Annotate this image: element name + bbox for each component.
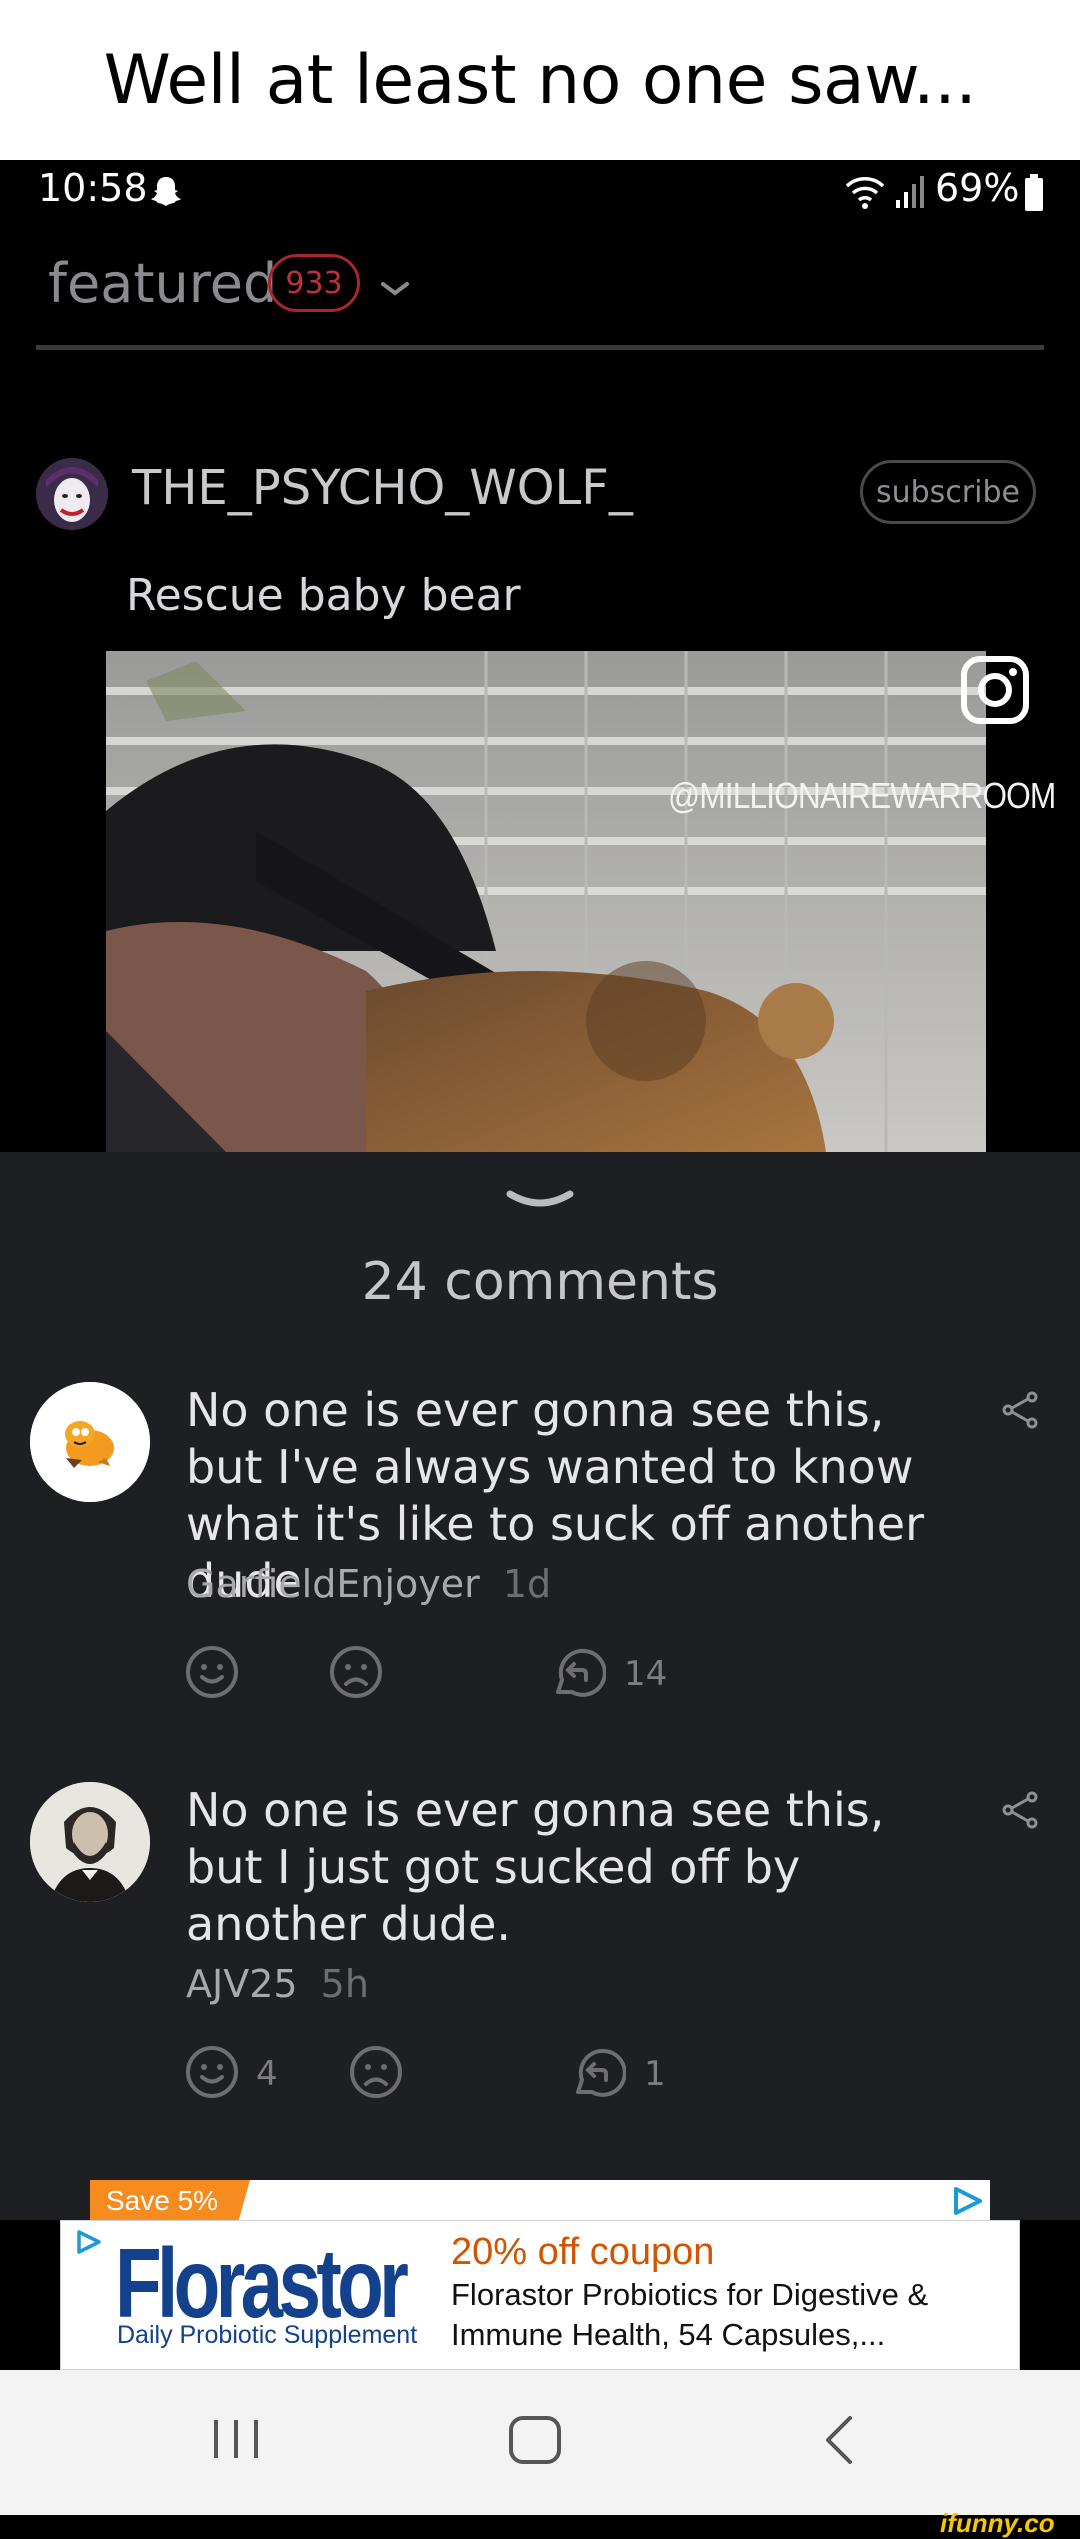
back-icon[interactable] [820, 2414, 860, 2466]
subscribe-button[interactable]: subscribe [860, 460, 1036, 524]
video-watermark: @MILLIONAIREWARROOM [668, 775, 1056, 816]
comment-text: No one is ever gonna see this, but I jus… [186, 1783, 885, 1951]
recents-icon[interactable] [206, 2416, 266, 2462]
snapchat-ghost-icon [151, 177, 181, 206]
wifi-icon [845, 177, 885, 209]
frown-icon[interactable] [328, 1644, 384, 1700]
frown-icon[interactable] [348, 2044, 404, 2100]
feed-header: featured 933 [0, 230, 1080, 365]
author-name[interactable]: THE_PSYCHO_WOLF_ [132, 460, 633, 516]
comments-count: 24 comments [361, 1252, 719, 1312]
lincoln-portrait-icon [30, 1782, 150, 1902]
ad-brand-sub: Daily Probiotic Supplement [117, 2321, 418, 2349]
home-icon[interactable] [507, 2414, 563, 2466]
feed-count: 933 [285, 265, 343, 301]
ifunny-watermark: ifunny.co [940, 2508, 1055, 2538]
ad-banner[interactable]: Florastor Daily Probiotic Supplement 20%… [60, 2220, 1020, 2370]
ad-description: Florastor Probiotics for Digestive & Imm… [451, 2277, 929, 2352]
like-count: 4 [256, 2054, 278, 2094]
reply-icon[interactable] [550, 1644, 606, 1700]
ad-headline: 20% off coupon [451, 2231, 715, 2273]
ad-save-tag: Save 5% [90, 2180, 250, 2220]
smile-icon[interactable] [184, 2044, 240, 2100]
comment-meta: GarfieldEnjoyer 1d [186, 1562, 551, 1606]
feed-divider [36, 345, 1044, 350]
instagram-icon [961, 656, 1029, 724]
author-avatar[interactable] [36, 458, 108, 530]
comment-username[interactable]: GarfieldEnjoyer [186, 1562, 480, 1606]
signal-icon [896, 176, 924, 208]
reply-icon[interactable] [570, 2044, 626, 2100]
status-time: 10:58 [38, 166, 148, 210]
status-bar: 10:58 69% [0, 160, 1080, 230]
ad-banner-strip[interactable]: Save 5% [90, 2180, 990, 2221]
reply-count: 14 [624, 1654, 668, 1694]
adchoices-icon[interactable] [950, 2186, 984, 2216]
comment-meta: AJV25 5h [186, 1962, 369, 2006]
sheet-handle-icon[interactable] [506, 1188, 574, 1212]
caption-text: Well at least no one saw... [103, 40, 977, 120]
bottom-strip [0, 2515, 1080, 2535]
meme-caption: Well at least no one saw... [0, 0, 1080, 160]
feed-count-badge: 933 [268, 254, 360, 312]
joker-face-icon [36, 458, 108, 530]
ad-brand-logo: Florastor [115, 2228, 409, 2338]
comment-time: 1d [502, 1562, 552, 1606]
reply-count: 1 [644, 2054, 666, 2094]
subscribe-label: subscribe [876, 474, 1020, 510]
comments-sheet: 24 comments No one is ever gonna see thi… [0, 1152, 1080, 2220]
comment-avatar[interactable] [30, 1382, 150, 1502]
feed-title[interactable]: featured [48, 252, 277, 315]
battery-percent: 69% [935, 166, 1020, 210]
video-frame-image [106, 651, 986, 1152]
chevron-down-icon[interactable] [378, 278, 412, 300]
post: THE_PSYCHO_WOLF_ subscribe Rescue baby b… [0, 365, 1080, 1152]
comment: No one is ever gonna see this, but I jus… [0, 1770, 1080, 2098]
smile-icon[interactable] [184, 1644, 240, 1700]
share-icon[interactable] [1000, 1790, 1040, 1830]
comment-avatar[interactable] [30, 1782, 150, 1902]
system-nav-bar [0, 2370, 1080, 2515]
post-video[interactable] [106, 651, 986, 1152]
adchoices-icon[interactable] [75, 2229, 103, 2257]
battery-icon [1025, 174, 1043, 211]
garfield-icon [30, 1382, 150, 1502]
comment: No one is ever gonna see this, but I've … [0, 1370, 1080, 1698]
comment-time: 5h [320, 1962, 369, 2006]
share-icon[interactable] [1000, 1390, 1040, 1430]
comment-username[interactable]: AJV25 [186, 1962, 298, 2006]
post-title: Rescue baby bear [126, 570, 521, 621]
